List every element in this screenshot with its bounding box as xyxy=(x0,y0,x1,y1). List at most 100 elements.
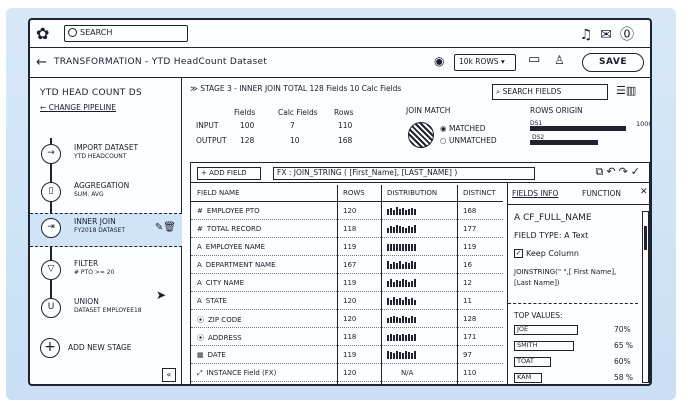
spark-bar xyxy=(414,300,416,305)
spark-bar xyxy=(399,318,401,323)
rows-cell: 120 xyxy=(343,315,357,323)
edit-delete-icons[interactable]: ✎🗑 xyxy=(155,222,176,233)
spark-bar xyxy=(387,228,389,233)
field-name-cell: A DEPARTMENT NAME xyxy=(197,261,276,269)
add-field-button[interactable]: + ADD FIELD xyxy=(197,167,261,180)
undo-icon[interactable]: ↶ xyxy=(606,165,618,178)
spark-bar xyxy=(411,227,413,233)
input-rows: 110 xyxy=(338,121,353,130)
spark-bar xyxy=(396,280,398,287)
expand-icon[interactable]: ⧉ xyxy=(595,165,606,178)
field-name: A CF_FULL_NAME xyxy=(514,213,592,223)
spark-bar xyxy=(408,334,410,341)
tab-fields-info[interactable]: FIELDS INFO xyxy=(512,189,558,198)
col-fields: Fields xyxy=(234,108,256,117)
field-type-icon: ⤢ xyxy=(197,369,203,377)
top-value-pct: 70% xyxy=(614,325,631,334)
trash-icon[interactable]: 🗑 xyxy=(163,222,176,233)
field-type-icon: ⦿ xyxy=(197,334,204,342)
change-pipeline-link[interactable]: ← CHANGE PIPELINE xyxy=(40,103,116,112)
spark-bar xyxy=(405,280,407,287)
distinct-cell: 168 xyxy=(463,207,477,215)
stage-inner-join[interactable]: ⇥ INNER JOIN FY2018 DATASET ✎🗑 xyxy=(30,213,182,247)
rows-select[interactable]: 10k ROWS ▾ xyxy=(454,54,516,71)
stage-import[interactable]: → IMPORT DATASET YTD HEADCOUNT xyxy=(38,140,178,174)
spark-bar xyxy=(396,299,398,305)
spark-bar xyxy=(387,261,389,269)
column-header[interactable]: DISTINCT xyxy=(463,189,496,197)
field-type-icon: # xyxy=(197,207,203,215)
close-icon[interactable]: ✕ xyxy=(640,187,648,197)
spark-bar xyxy=(390,264,392,269)
formula-input[interactable]: FX : JOIN_STRING ( [First_Name], [LAST_N… xyxy=(273,167,535,180)
spark-bar xyxy=(405,317,407,323)
rows-cell: 119 xyxy=(343,279,357,287)
check-icon[interactable]: ✓ xyxy=(631,165,643,178)
spark-bar xyxy=(414,244,416,251)
spark-bar xyxy=(396,334,398,341)
spark-bar xyxy=(411,244,413,251)
side-scrollbar[interactable] xyxy=(642,211,649,383)
field-name-text: ADDRESS xyxy=(208,334,242,342)
eye-icon[interactable]: ◉ xyxy=(434,54,444,68)
global-search-input[interactable]: SEARCH xyxy=(64,25,188,42)
distribution-na: N/A xyxy=(401,369,414,377)
redo-icon[interactable]: ↷ xyxy=(619,165,631,178)
back-arrow-icon[interactable]: ← xyxy=(36,55,47,70)
stage-aggregation[interactable]: ▯ AGGREGATION SUM. AVG xyxy=(38,178,178,212)
users-icon[interactable]: ♙ xyxy=(554,53,565,67)
spark-bar xyxy=(414,225,416,233)
rows-cell: 119 xyxy=(343,243,357,251)
field-type-icon: A xyxy=(197,243,202,251)
mail-icon[interactable]: ✉ xyxy=(600,27,620,43)
rows-cell: 119 xyxy=(343,351,357,359)
field-type: FIELD TYPE: A Text xyxy=(514,231,589,240)
save-button[interactable]: SAVE xyxy=(582,53,644,72)
join-match-pie xyxy=(408,122,434,148)
spark-bar xyxy=(411,281,413,287)
column-header[interactable]: ROWS xyxy=(343,189,365,197)
stage-label: AGGREGATION xyxy=(74,181,130,190)
ds1-bar xyxy=(530,126,626,131)
column-header[interactable]: DISTRIBUTION xyxy=(387,189,437,197)
collapse-sidebar-button[interactable]: « xyxy=(162,368,176,382)
rows-cell: 120 xyxy=(343,207,357,215)
change-pipeline-label: CHANGE PIPELINE xyxy=(48,103,116,112)
spark-bar xyxy=(405,210,407,215)
spark-bar xyxy=(414,334,416,341)
dataset-title: YTD HEAD COUNT DS xyxy=(40,88,142,98)
keep-column-checkbox[interactable]: ✓ Keep Column xyxy=(514,249,579,258)
top-value-pct: 65 % xyxy=(614,341,634,350)
top-bar: ✿ SEARCH ♫✉⓪ xyxy=(30,20,650,48)
top-value-row: SMITH 65 % xyxy=(514,341,642,352)
search-fields-input[interactable]: ⌕ SEARCH FIELDS xyxy=(492,84,608,100)
spark-bar xyxy=(408,299,410,305)
spark-bar xyxy=(405,262,407,269)
field-name-cell: ▦ DATE xyxy=(197,351,226,359)
distribution-sparkline xyxy=(387,243,417,252)
top-value-bar: KAM xyxy=(514,373,542,383)
spark-bar xyxy=(387,298,389,305)
column-header[interactable]: FIELD NAME xyxy=(197,189,240,197)
comment-icon[interactable]: ▭ xyxy=(528,52,540,67)
spark-bar xyxy=(411,335,413,341)
field-name-text: CITY NAME xyxy=(205,279,245,287)
bell-icon[interactable]: ♫ xyxy=(580,27,601,43)
distinct-cell: 97 xyxy=(463,351,472,359)
distinct-cell: 16 xyxy=(463,261,472,269)
field-name-text: TOTAL RECORD xyxy=(206,225,262,233)
view-toggle-icons[interactable]: ☰▥ xyxy=(616,84,636,97)
top-icons: ♫✉⓪ xyxy=(580,24,642,44)
checkbox-icon: ✓ xyxy=(514,249,523,258)
join-string-expression: JOINSTRING(" ",[ First Name], [Last Name… xyxy=(514,268,617,287)
join-match-label: JOIN MATCH xyxy=(406,106,451,115)
spark-bar xyxy=(411,261,413,269)
logo-icon[interactable]: ✿ xyxy=(36,24,56,44)
help-icon[interactable]: ⓪ xyxy=(620,27,642,43)
distribution-sparkline xyxy=(387,225,417,234)
input-fields: 100 xyxy=(240,121,255,130)
stage-filter[interactable]: ▽ FILTER # PTO >= 20 xyxy=(38,256,178,290)
spark-bar xyxy=(396,351,398,359)
spark-bar xyxy=(393,282,395,287)
tab-function[interactable]: FUNCTION xyxy=(582,189,621,198)
